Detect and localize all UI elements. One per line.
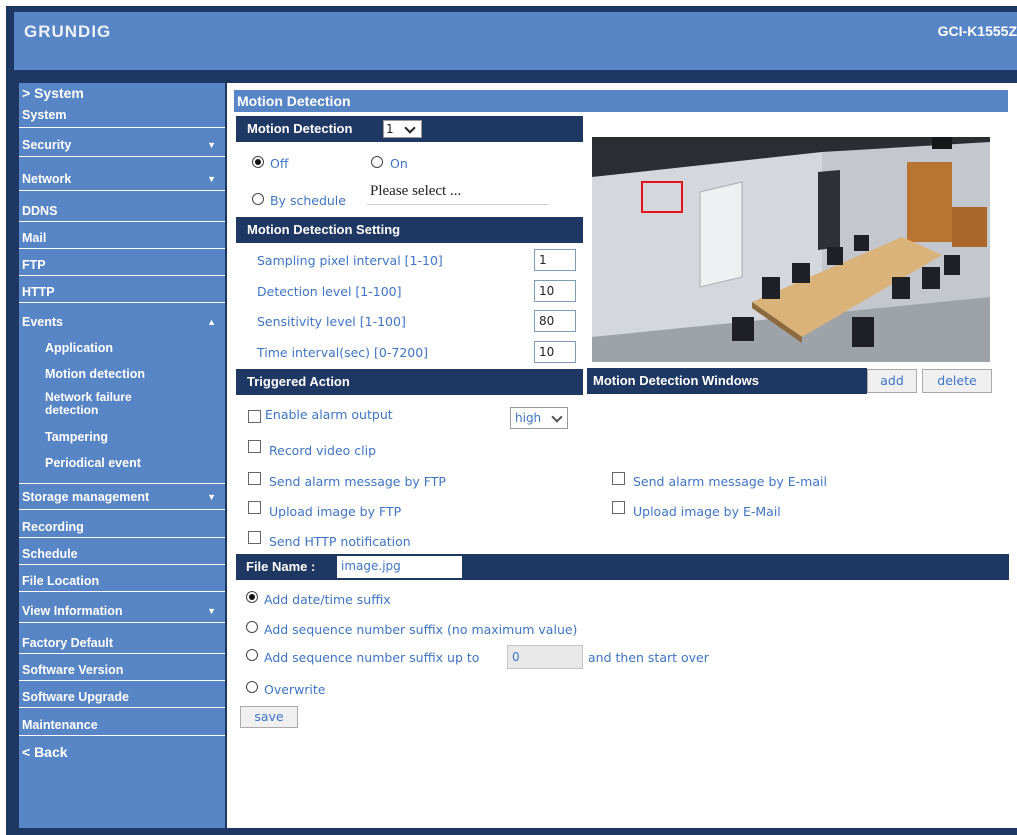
chevron-down-icon: ▼	[207, 140, 216, 150]
motion-windows-bar: Motion Detection Windows	[587, 368, 867, 394]
radio-by-schedule-label: By schedule	[270, 193, 346, 208]
page-title: Motion Detection	[234, 90, 1008, 112]
sidebar-item-system[interactable]: System	[19, 108, 225, 128]
sidebar-item-software-upgrade[interactable]: Software Upgrade	[19, 687, 225, 708]
seq-nomax-label: Add sequence number suffix (no maximum v…	[264, 622, 578, 637]
alarm-output-checkbox[interactable]	[248, 410, 261, 423]
chevron-down-icon	[404, 122, 416, 134]
sampling-label: Sampling pixel interval [1-10]	[257, 253, 443, 268]
send-ftp-label: Send alarm message by FTP	[269, 474, 446, 489]
sidebar-item-events[interactable]: Events ▲	[19, 312, 225, 332]
send-http-label: Send HTTP notification	[269, 534, 411, 549]
motion-number-select[interactable]: 1	[383, 120, 422, 138]
send-email-label: Send alarm message by E-mail	[633, 474, 827, 489]
alarm-output-label: Enable alarm output	[265, 407, 393, 422]
sensitivity-label: Sensitivity level [1-100]	[257, 314, 406, 329]
brand-logo: GRUNDIG	[24, 22, 112, 41]
sidebar-item-security[interactable]: Security ▼	[19, 135, 225, 157]
upload-email-checkbox[interactable]	[612, 501, 625, 514]
sidebar: > System System Security ▼ Network ▼ DDNS …	[19, 83, 225, 828]
send-email-checkbox[interactable]	[612, 472, 625, 485]
send-ftp-checkbox[interactable]	[248, 472, 261, 485]
send-http-checkbox[interactable]	[248, 531, 261, 544]
sidebar-item-software-version[interactable]: Software Version	[19, 660, 225, 681]
model-name: GCI-K1555Z	[937, 23, 1017, 39]
radio-off[interactable]	[252, 156, 264, 168]
header-bar	[14, 12, 1017, 70]
sidebar-item-recording[interactable]: Recording	[19, 516, 225, 538]
schedule-select[interactable]: Please select ...	[367, 178, 548, 205]
section-title: Motion Detection	[247, 121, 353, 136]
sampling-input[interactable]: 1	[534, 249, 576, 271]
datetime-suffix-label: Add date/time suffix	[264, 592, 391, 607]
alarm-level-value: high	[515, 411, 542, 425]
radio-overwrite[interactable]	[246, 681, 258, 693]
radio-on-label: On	[390, 156, 408, 171]
file-name-input[interactable]: image.jpg	[337, 556, 462, 578]
delete-window-button[interactable]: delete	[922, 369, 992, 393]
motion-number-value: 1	[386, 122, 394, 136]
sidebar-item-label: Storage management	[22, 490, 150, 504]
chevron-down-icon	[551, 411, 563, 423]
detection-label: Detection level [1-100]	[257, 284, 402, 299]
sidebar-subitem-tampering[interactable]: Tampering	[45, 430, 108, 444]
sensitivity-input[interactable]: 80	[534, 310, 576, 332]
sidebar-item-http[interactable]: HTTP	[19, 282, 225, 303]
sidebar-subitem-periodical-event[interactable]: Periodical event	[45, 456, 141, 470]
chevron-up-icon: ▲	[207, 317, 216, 327]
motion-setting-header: Motion Detection Setting	[236, 217, 583, 243]
interval-input[interactable]: 10	[534, 341, 576, 363]
camera-preview[interactable]	[592, 137, 990, 362]
sidebar-item-storage[interactable]: Storage management ▼	[19, 483, 225, 510]
sidebar-item-label: View Information	[22, 604, 123, 618]
sidebar-heading: > System	[22, 85, 84, 101]
detection-input[interactable]: 10	[534, 280, 576, 302]
radio-on[interactable]	[371, 156, 383, 168]
sidebar-subitem-motion-detection[interactable]: Motion detection	[45, 367, 145, 381]
sidebar-item-factory-default[interactable]: Factory Default	[19, 633, 225, 654]
triggered-action-header: Triggered Action	[236, 369, 583, 395]
radio-datetime-suffix[interactable]	[246, 591, 258, 603]
sidebar-item-ftp[interactable]: FTP	[19, 255, 225, 276]
radio-seq-upto[interactable]	[246, 649, 258, 661]
sidebar-item-network[interactable]: Network ▼	[19, 169, 225, 191]
radio-by-schedule[interactable]	[252, 193, 264, 205]
sidebar-item-maintenance[interactable]: Maintenance	[19, 715, 225, 736]
sidebar-item-label: Security	[22, 138, 72, 152]
sidebar-item-ddns[interactable]: DDNS	[19, 201, 225, 222]
save-button[interactable]: save	[240, 706, 298, 728]
add-window-button[interactable]: add	[867, 369, 917, 393]
sidebar-subitem-network-failure[interactable]: Network failure detection	[45, 391, 175, 417]
sidebar-subitem-application[interactable]: Application	[45, 341, 113, 355]
sidebar-item-schedule[interactable]: Schedule	[19, 544, 225, 565]
camera-image	[592, 137, 990, 362]
sidebar-item-label: Network	[22, 172, 72, 186]
upload-email-label: Upload image by E-Mail	[633, 504, 781, 519]
back-link[interactable]: < Back	[19, 742, 225, 763]
upload-ftp-checkbox[interactable]	[248, 501, 261, 514]
radio-seq-nomax[interactable]	[246, 621, 258, 633]
seq-upto-label: Add sequence number suffix up to	[264, 650, 480, 665]
chevron-down-icon: ▼	[207, 174, 216, 184]
seq-after-label: and then start over	[588, 650, 709, 665]
alarm-level-select[interactable]: high	[510, 407, 568, 429]
sidebar-item-mail[interactable]: Mail	[19, 228, 225, 249]
seq-max-input[interactable]: 0	[507, 645, 583, 669]
record-clip-label: Record video clip	[269, 443, 377, 458]
overwrite-label: Overwrite	[264, 682, 326, 697]
chevron-down-icon: ▼	[207, 606, 216, 616]
chevron-down-icon: ▼	[207, 492, 216, 502]
sidebar-item-label: Events	[22, 315, 63, 329]
radio-off-label: Off	[270, 156, 289, 171]
interval-label: Time interval(sec) [0-7200]	[257, 345, 429, 360]
sidebar-item-file-location[interactable]: File Location	[19, 571, 225, 592]
upload-ftp-label: Upload image by FTP	[269, 504, 402, 519]
sidebar-item-view-information[interactable]: View Information ▼	[19, 600, 225, 623]
record-clip-checkbox[interactable]	[248, 440, 261, 453]
